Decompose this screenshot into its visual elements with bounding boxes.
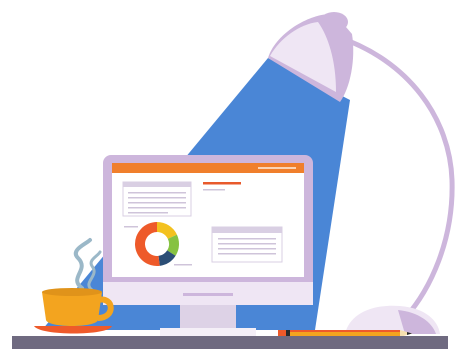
- monitor-chin-line: [183, 293, 233, 296]
- pencil-icon: [278, 330, 412, 337]
- workspace-illustration: [12, 12, 455, 349]
- lamp-arm: [332, 33, 455, 321]
- screen-header-line: [258, 167, 296, 169]
- lamp-cap: [320, 12, 348, 32]
- monitor-stand-base: [160, 328, 256, 336]
- donut-label-line: [124, 226, 138, 228]
- donut-legend-line: [174, 264, 192, 266]
- illustration-scene: [0, 0, 460, 349]
- screen-panel-left: [122, 181, 192, 217]
- screen-panel-right: [211, 226, 283, 263]
- cup-body: [42, 292, 102, 326]
- saucer: [34, 326, 112, 334]
- screen-accent-line: [203, 182, 241, 185]
- cup-rim: [42, 288, 102, 296]
- desk-surface: [12, 336, 448, 349]
- screen-subline: [203, 189, 225, 191]
